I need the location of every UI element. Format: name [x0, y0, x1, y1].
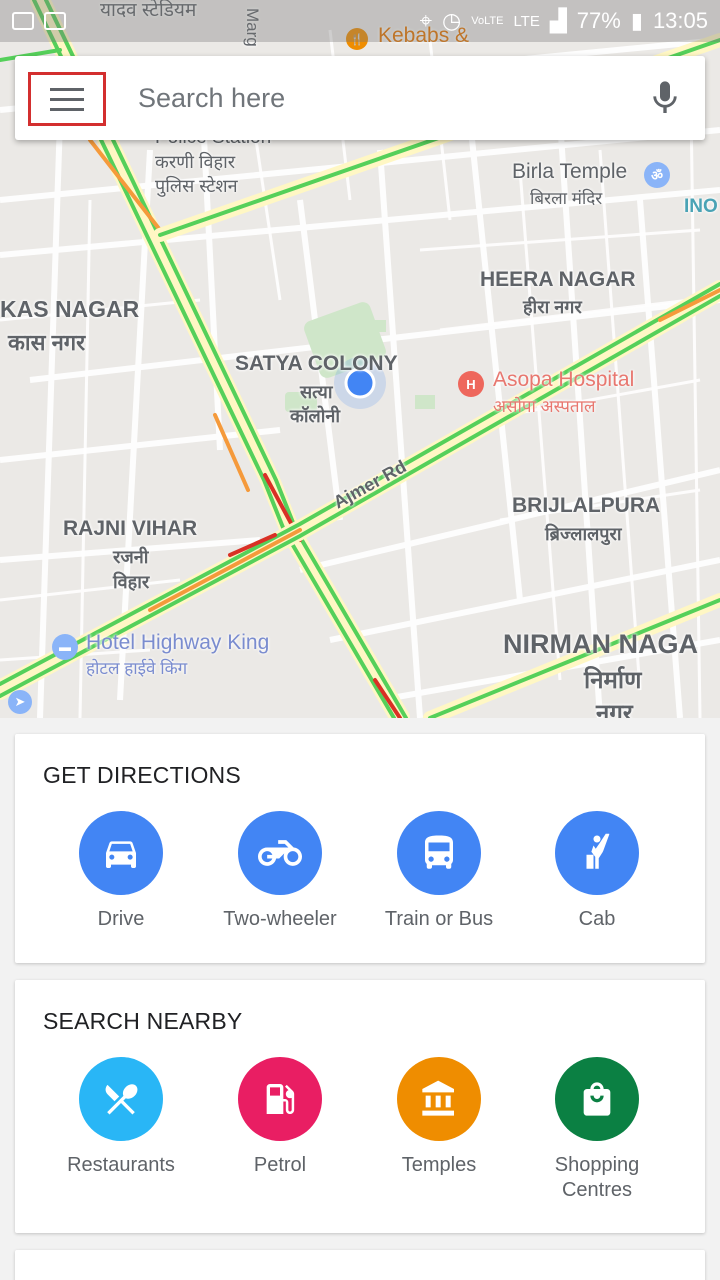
signal-icon: ▟ [549, 8, 567, 33]
map-label-heera-nagar-hi: हीरा नगर [523, 297, 582, 317]
navigation-pin-icon[interactable]: ➤ [8, 690, 32, 714]
map-label-brijlalpura-hi: ब्रिज्लालपुरा [545, 524, 622, 544]
map-label-nirman-nagar-hi-1: निर्माण [584, 667, 642, 694]
map-label-brijlalpura: BRIJLALPURA [512, 494, 661, 517]
search-input[interactable] [138, 76, 618, 120]
volte-label: VoLTE [471, 15, 504, 27]
get-directions-title: GET DIRECTIONS [43, 762, 241, 788]
location-icon: ⌖ [419, 8, 433, 33]
cab-label: Cab [578, 908, 616, 930]
petrol-label: Petrol [253, 1154, 307, 1176]
map-label-karni-vihar: करणी विहार [155, 152, 236, 172]
map-label-satya-colony-hi-2: कॉलोनी [290, 406, 341, 426]
motorcycle-icon [238, 811, 322, 895]
restaurant-icon [79, 1057, 163, 1141]
battery-icon: ▮ [630, 8, 643, 33]
restaurants-button[interactable]: Restaurants [42, 1057, 200, 1178]
train-or-bus-button[interactable]: Train or Bus [360, 811, 518, 932]
two-wheeler-button[interactable]: Two-wheeler [201, 811, 359, 932]
map-label-rajni-vihar-hi-1: रजनी [113, 547, 149, 567]
map-label-heera-nagar: HEERA NAGAR [480, 268, 636, 291]
cab-button[interactable]: Cab [518, 811, 676, 932]
train-or-bus-label: Train or Bus [384, 908, 494, 930]
microphone-icon[interactable] [645, 78, 685, 118]
map-label-rajni-vihar-hi-2: विहार [113, 572, 150, 592]
search-nearby-title: SEARCH NEARBY [43, 1008, 243, 1034]
shopping-centres-label: Shopping Centres [554, 1154, 640, 1201]
alarm-icon: ◷ [442, 8, 462, 33]
map-label-birla-temple[interactable]: Birla Temple [512, 160, 627, 184]
drive-label: Drive [97, 908, 145, 930]
map-label-rajni-vihar: RAJNI VIHAR [63, 517, 198, 540]
transit-icon [397, 811, 481, 895]
two-wheeler-label: Two-wheeler [223, 908, 337, 930]
shopping-bag-icon [555, 1057, 639, 1141]
map-label-police-station-hi: पुलिस स्टेशन [155, 176, 238, 196]
temple-icon [397, 1057, 481, 1141]
hospital-pin-icon[interactable]: H [458, 371, 484, 397]
map-label-nirman-nagar-hi-2: नगर [596, 700, 633, 718]
map-label-satya-colony-hi-1: सत्या [300, 382, 333, 402]
search-nearby-card: SEARCH NEARBY Restaurants Petrol Temples… [15, 980, 705, 1233]
temples-button[interactable]: Temples [360, 1057, 518, 1178]
map-label-satya-colony: SATYA COLONY [235, 352, 398, 375]
get-directions-card: GET DIRECTIONS Drive Two-wheeler Train o… [15, 734, 705, 963]
map-label-asopa-hospital-hi: असोपा अस्पताल [493, 397, 596, 416]
map-label-kas-nagar: KAS NAGAR [0, 296, 140, 322]
clock: 13:05 [652, 8, 708, 33]
map-label-hotel-highway-king[interactable]: Hotel Highway King [86, 631, 269, 655]
network-type: LTE [513, 12, 540, 30]
search-bar [15, 56, 705, 140]
petrol-button[interactable]: Petrol [201, 1057, 359, 1178]
hail-cab-icon [555, 811, 639, 895]
map-label-hotel-highway-king-hi: होटल हाईवे किंग [86, 659, 188, 678]
restaurants-label: Restaurants [67, 1154, 175, 1176]
battery-percent: 77% [576, 8, 621, 33]
gmail-notification-icon [44, 12, 66, 30]
drive-button[interactable]: Drive [42, 811, 200, 932]
shopping-centres-button[interactable]: Shopping Centres [518, 1057, 676, 1203]
map-label-ino: INO [684, 196, 718, 217]
status-bar: ⌖ ◷ VoLTE LTE ▟ 77% ▮ 13:05 [0, 0, 720, 42]
next-card-partial [15, 1250, 705, 1280]
map-label-birla-temple-hi: बिरला मंदिर [530, 189, 603, 208]
map-label-nirman-nagar: NIRMAN NAGA [503, 629, 698, 659]
temples-label: Temples [401, 1154, 477, 1176]
map-label-kas-nagar-hi: कास नगर [8, 330, 86, 355]
hamburger-menu-icon[interactable] [28, 72, 106, 126]
temple-pin-icon[interactable]: ॐ [644, 162, 670, 188]
image-notification-icon [12, 12, 34, 30]
petrol-pump-icon [238, 1057, 322, 1141]
hotel-pin-icon[interactable]: ▬ [52, 634, 78, 660]
car-icon [79, 811, 163, 895]
map-label-asopa-hospital[interactable]: Asopa Hospital [493, 368, 634, 392]
